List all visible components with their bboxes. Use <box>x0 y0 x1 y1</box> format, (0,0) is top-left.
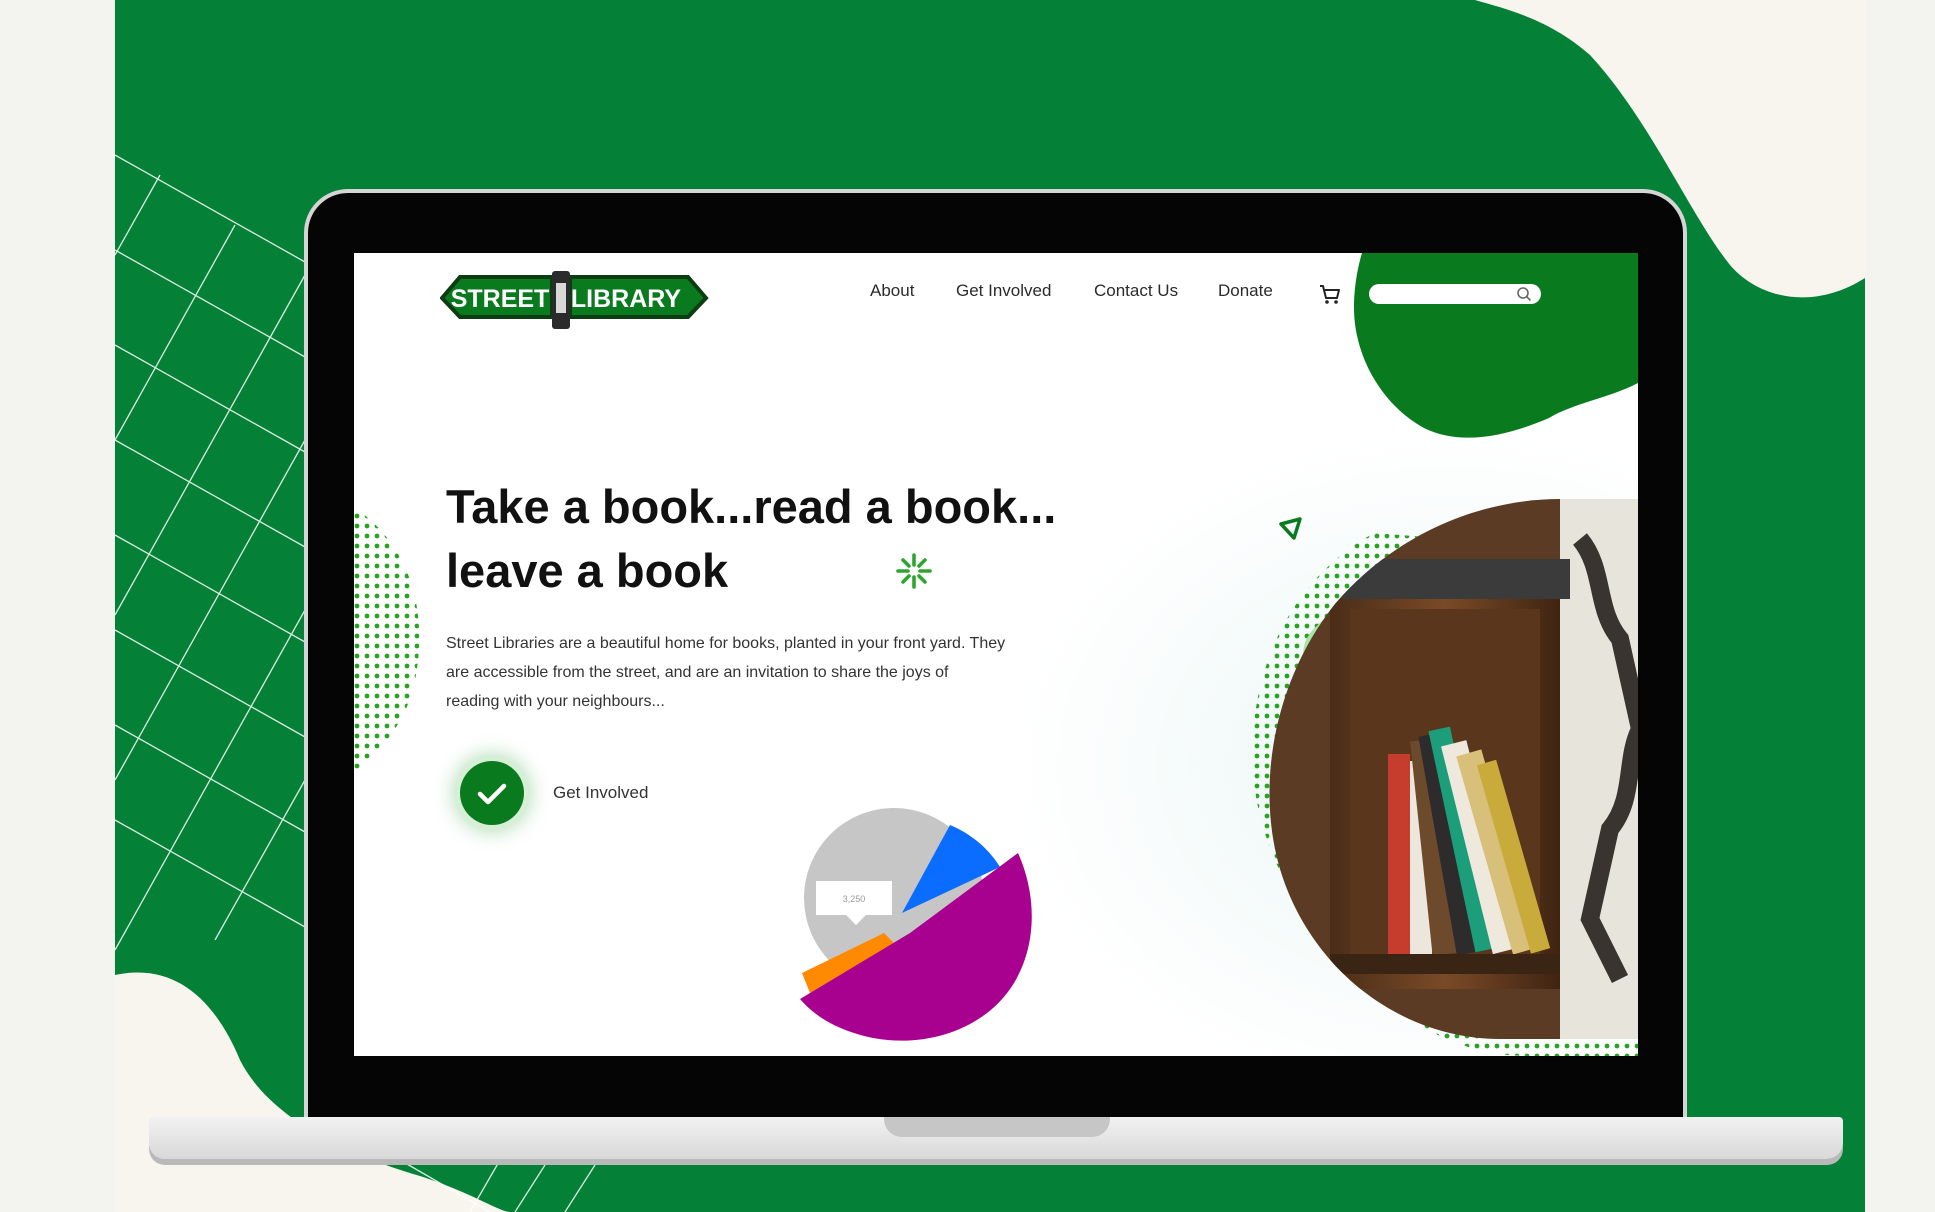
left-dotted-arc <box>354 508 420 773</box>
laptop-notch <box>884 1117 1110 1137</box>
logo-word-left: STREET <box>451 285 550 313</box>
website-screen: 3,250 STREET LIBRARY About Get Involved … <box>354 253 1638 1056</box>
background-left-strip <box>0 0 115 1212</box>
nav-about-link[interactable]: About <box>870 281 914 301</box>
showcase-stage: 3,250 STREET LIBRARY About Get Involved … <box>0 0 1935 1212</box>
hero-title-line-2: leave a book <box>446 544 729 597</box>
logo-word-right: LIBRARY <box>571 285 682 313</box>
logo-book-spine <box>556 283 566 313</box>
photo-book-red <box>1388 754 1410 954</box>
background-right-strip <box>1865 0 1935 1212</box>
pie-tooltip-text: 3,250 <box>843 894 866 904</box>
top-right-green-blob <box>1354 253 1638 438</box>
checkmark-icon <box>477 783 507 805</box>
get-involved-cta-label[interactable]: Get Involved <box>553 783 648 803</box>
photo-shelf-bottom <box>1330 954 1560 974</box>
search-icon[interactable] <box>1516 286 1532 302</box>
street-library-photo <box>1269 499 1638 1039</box>
decorative-pie: 3,250 <box>800 808 1032 1041</box>
hero-description: Street Libraries are a beautiful home fo… <box>446 635 1006 710</box>
photo-shelf-top <box>1320 559 1570 599</box>
hero-title: Take a book...read a book... leave a boo… <box>446 475 1146 603</box>
street-library-logo[interactable]: STREET LIBRARY <box>440 267 710 333</box>
hero-title-line-1: Take a book...read a book... <box>446 480 1057 533</box>
shopping-cart-icon[interactable] <box>1318 282 1342 306</box>
nav-contact-us-link[interactable]: Contact Us <box>1094 281 1178 301</box>
nav-get-involved-link[interactable]: Get Involved <box>956 281 1051 301</box>
nav-donate-link[interactable]: Donate <box>1218 281 1273 301</box>
get-involved-cta-button[interactable] <box>460 761 524 825</box>
